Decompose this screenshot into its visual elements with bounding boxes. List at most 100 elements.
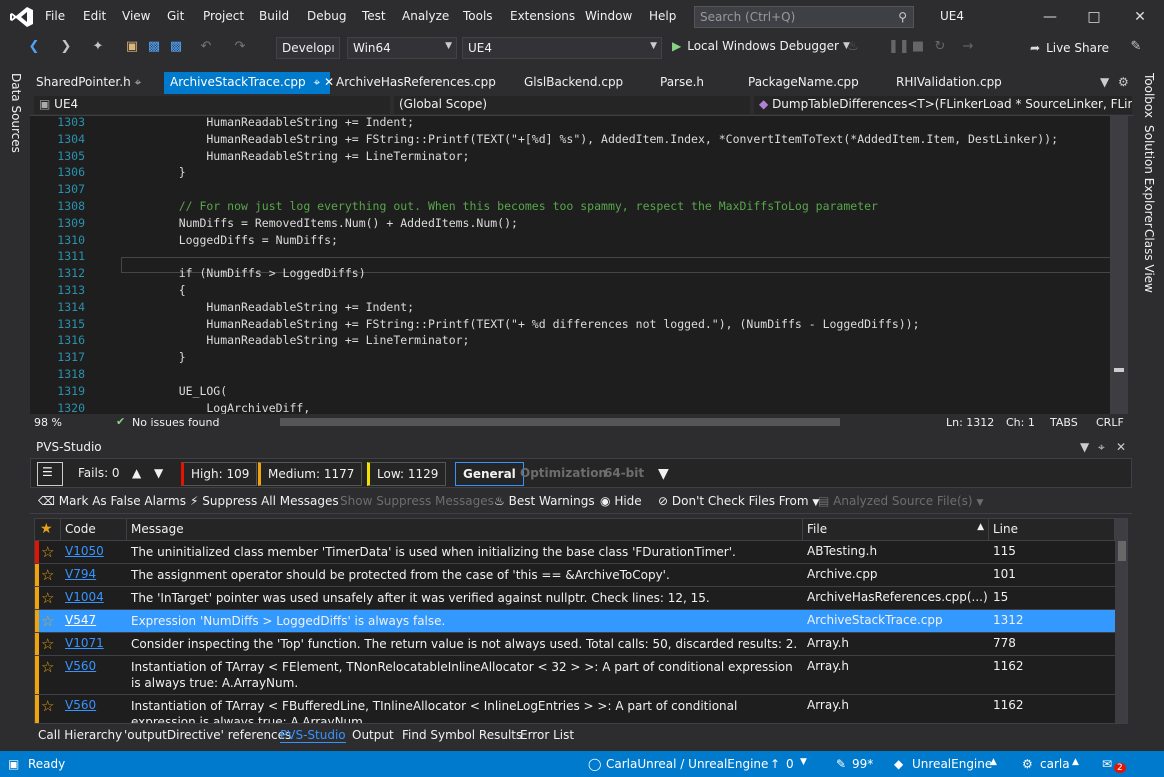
tab-output[interactable]: Output (352, 728, 394, 742)
table-row[interactable]: ☆ V560 Instantiation of TArray < FElement,… (35, 656, 1115, 695)
tab-error-list[interactable]: Error List (520, 728, 574, 742)
feedback-icon[interactable]: ✎ (1128, 39, 1144, 55)
pin-icon[interactable]: ⌖ (135, 75, 142, 89)
notifications-icon[interactable]: ✉ (1102, 757, 1112, 771)
warning-code-link[interactable]: V547 (65, 613, 96, 627)
file-column-header[interactable]: File ▲ (803, 519, 989, 541)
scroll-thumb[interactable] (1118, 541, 1126, 561)
editor-scrollbar[interactable] (1110, 116, 1128, 414)
warning-code-link[interactable]: V560 (65, 659, 96, 673)
hamburger-menu-button[interactable]: ☰ (37, 462, 63, 486)
favorite-star-icon[interactable]: ☆ (41, 543, 54, 561)
arrow-up-icon[interactable]: ▲ (125, 462, 148, 486)
favorite-star-icon[interactable]: ☆ (41, 697, 54, 715)
visual-studio-logo[interactable] (10, 6, 34, 28)
code-editor[interactable]: 1303 HumanReadableString += Indent; 1304 … (30, 116, 1128, 414)
toolbox-tab[interactable]: Toolbox (1142, 73, 1156, 118)
favorite-star-icon[interactable]: ☆ (41, 658, 54, 676)
table-row[interactable]: ☆ V794 The assignment operator should be p… (35, 564, 1115, 587)
project-nav-combo[interactable]: ▣ UE4 (34, 96, 390, 114)
fails-count[interactable]: Fails: 0 (71, 462, 127, 486)
repository-name[interactable]: CarlaUnreal / UnrealEngine (606, 757, 768, 771)
issues-status[interactable]: No issues found (132, 416, 219, 429)
close-icon[interactable]: ✕ (1116, 440, 1126, 454)
menu-view[interactable]: View (122, 9, 150, 23)
pending-changes[interactable]: 99* (852, 757, 873, 771)
menu-tools[interactable]: Tools (463, 9, 493, 23)
save-icon[interactable]: ▩ (146, 39, 162, 55)
member-nav-combo[interactable]: ◆ DumpTableDifferences<T>(FLinkerLoad * … (754, 96, 1132, 114)
filter-64bit-button[interactable]: 64-bit (597, 462, 651, 486)
hot-reload-icon[interactable]: ♨ (845, 39, 861, 55)
warning-code-link[interactable]: V1004 (65, 590, 104, 604)
message-column-header[interactable]: Message (127, 519, 803, 541)
menu-window[interactable]: Window (585, 9, 632, 23)
menu-project[interactable]: Project (203, 9, 244, 23)
live-share-button[interactable]: ➦ Live Share (1030, 41, 1109, 55)
line-endings[interactable]: CRLF (1096, 416, 1124, 429)
redo-icon[interactable]: ↷ (232, 39, 248, 55)
table-row[interactable]: ☆ V560 Instantiation of TArray < FBuffered… (35, 695, 1115, 723)
column-number[interactable]: Ch: 1 (1006, 416, 1035, 429)
tab-archivestacktrace[interactable]: ArchiveStackTrace.cpp ⌖ ✕ (164, 72, 334, 94)
forward-icon[interactable]: ❯ (58, 39, 74, 55)
tab-references[interactable]: 'outputDirective' references (124, 728, 291, 742)
stop-icon[interactable]: ■ (910, 39, 926, 55)
pin-icon[interactable]: ⌖ (1098, 440, 1105, 455)
tab-find-symbol-results[interactable]: Find Symbol Results (402, 728, 522, 742)
filter-icon[interactable]: ▼ (651, 462, 676, 486)
undo-icon[interactable]: ↶ (198, 39, 214, 55)
menu-help[interactable]: Help (649, 9, 676, 23)
tabs-setting[interactable]: TABS (1050, 416, 1078, 429)
tab-sharedpointer[interactable]: SharedPointer.h ⌖ (30, 72, 147, 94)
menu-analyze[interactable]: Analyze (402, 9, 449, 23)
user-name[interactable]: carla (1040, 757, 1070, 771)
favorite-star-icon[interactable]: ☆ (41, 635, 54, 653)
favorite-star-icon[interactable]: ☆ (41, 566, 54, 584)
tab-pvs-studio[interactable]: PVS-Studio (280, 728, 346, 743)
platform-combo[interactable]: Win64 ▼ (347, 37, 457, 59)
dont-check-files-button[interactable]: ⊘ Don't Check Files From ▼ (658, 494, 819, 508)
best-warnings-button[interactable]: ♨ Best Warnings (494, 494, 595, 508)
solution-explorer-tab[interactable]: Solution Explorer (1142, 125, 1156, 228)
tab-archivehasreferences[interactable]: ArchiveHasReferences.cpp (330, 72, 502, 94)
menu-extensions[interactable]: Extensions (510, 9, 575, 23)
tab-packagename[interactable]: PackageName.cpp (742, 72, 865, 94)
analyzed-source-files-button[interactable]: ▤ Analyzed Source File(s) ▼ (818, 494, 983, 508)
line-number[interactable]: Ln: 1312 (946, 416, 994, 429)
step-icon[interactable]: → (960, 39, 976, 55)
maximize-button[interactable]: □ (1080, 6, 1108, 28)
search-box[interactable]: Search (Ctrl+Q) ⚲ (694, 6, 914, 28)
data-sources-tab[interactable]: Data Sources (9, 73, 23, 153)
table-row[interactable]: ☆ V1004 The 'InTarget' pointer was used un… (35, 587, 1115, 610)
menu-git[interactable]: Git (167, 9, 184, 23)
table-scrollbar[interactable] (1115, 519, 1127, 723)
warning-code-link[interactable]: V1071 (65, 636, 104, 650)
show-suppress-button[interactable]: Show Suppress Messages (340, 494, 494, 508)
class-view-tab[interactable]: Class View (1142, 229, 1156, 293)
restart-icon[interactable]: ↻ (932, 39, 948, 55)
start-debugging-button[interactable]: ▶ Local Windows Debugger ▼ (672, 39, 850, 53)
filter-high-button[interactable]: High: 109 (181, 462, 258, 486)
favorite-star-icon[interactable]: ☆ (41, 612, 54, 630)
table-row[interactable]: ☆ V547 Expression 'NumDiffs > LoggedDiffs'… (35, 610, 1115, 633)
code-column-header[interactable]: Code (61, 519, 127, 541)
pause-icon[interactable]: ❚❚ (888, 39, 910, 55)
favorite-star-icon[interactable]: ☆ (41, 589, 54, 607)
menu-debug[interactable]: Debug (307, 9, 346, 23)
zoom-level[interactable]: 98 % (34, 416, 62, 429)
menu-test[interactable]: Test (362, 9, 386, 23)
hide-button[interactable]: ◉ Hide (600, 494, 642, 508)
panel-menu-icon[interactable]: ▼ (1080, 440, 1089, 454)
tab-rhivalidation[interactable]: RHIValidation.cpp (890, 72, 1008, 94)
warning-code-link[interactable]: V794 (65, 567, 96, 581)
suppress-all-button[interactable]: ⚡ Suppress All Messages (190, 494, 339, 508)
warning-code-link[interactable]: V560 (65, 698, 96, 712)
filter-low-button[interactable]: Low: 1129 (367, 462, 447, 486)
menu-build[interactable]: Build (259, 9, 289, 23)
arrow-down-icon[interactable]: ▼ (147, 462, 170, 486)
open-folder-icon[interactable]: ▣ (124, 39, 140, 55)
tab-parse[interactable]: Parse.h (654, 72, 710, 94)
tab-call-hierarchy[interactable]: Call Hierarchy (38, 728, 122, 742)
branch-name[interactable]: UnrealEngine (912, 757, 992, 771)
